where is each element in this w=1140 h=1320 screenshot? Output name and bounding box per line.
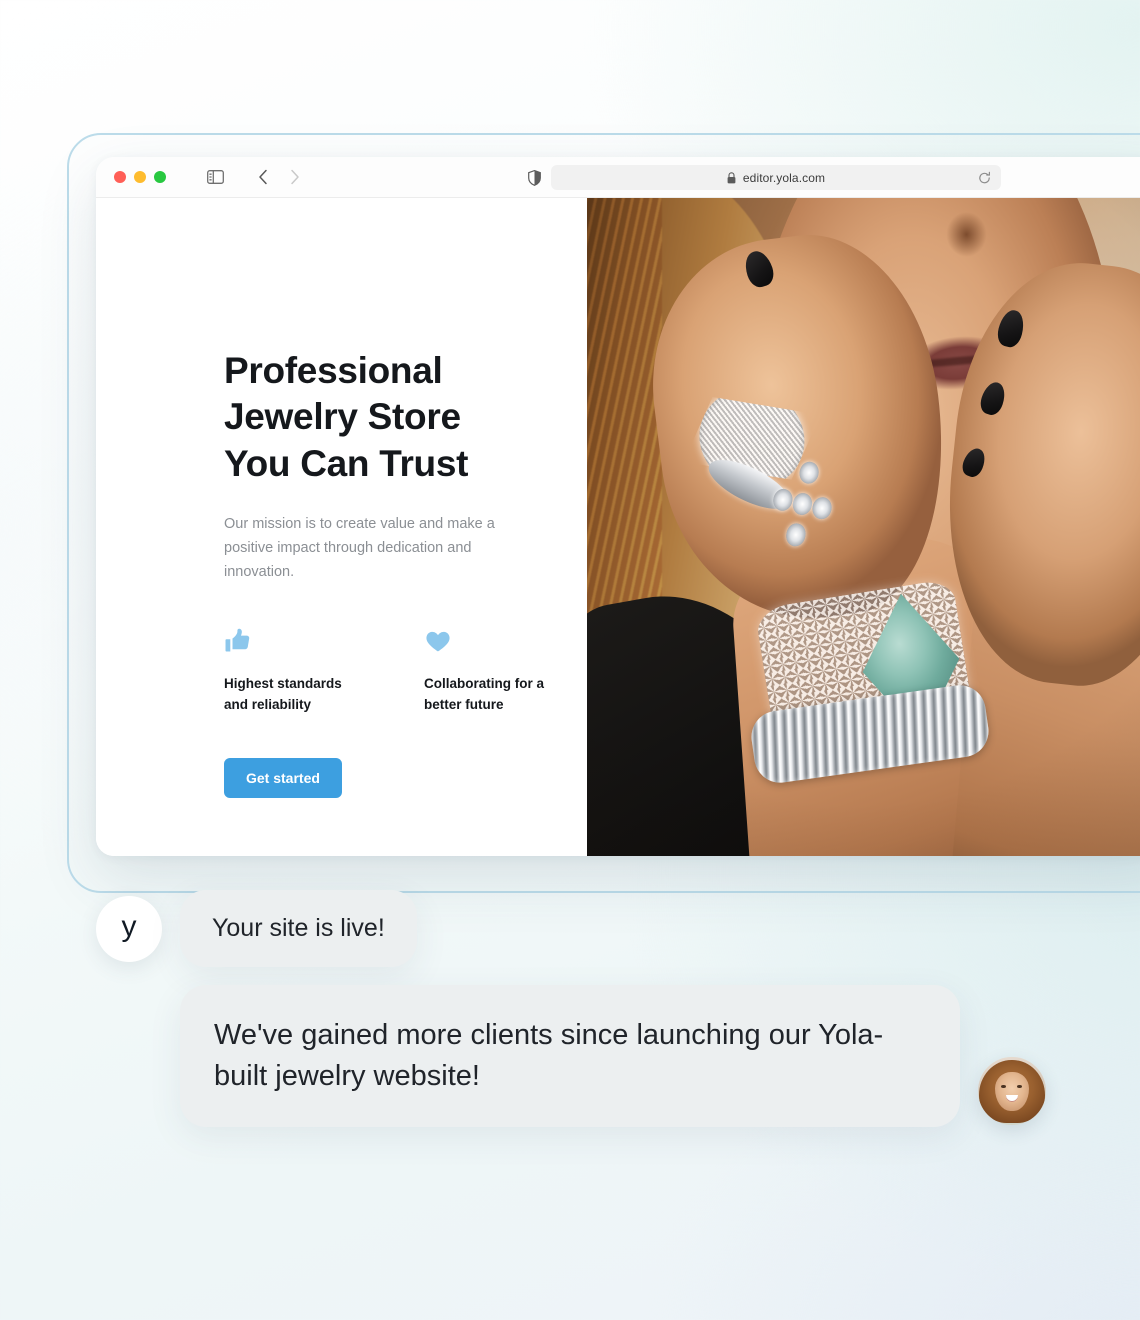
hero-title-line-1: Professional bbox=[224, 350, 443, 391]
yola-logo-letter: y bbox=[121, 909, 137, 943]
window-traffic-lights bbox=[114, 171, 166, 183]
feature-item-standards: Highest standards and reliability bbox=[224, 627, 364, 717]
chat-section: y Your site is live! We've gained more c… bbox=[0, 890, 1140, 1128]
browser-toolbar: editor.yola.com bbox=[96, 157, 1140, 198]
feature-list: Highest standards and reliability Collab… bbox=[224, 627, 587, 717]
jewelry-photo bbox=[587, 198, 1140, 856]
feature-label: Collaborating for a better future bbox=[424, 675, 545, 713]
chat-row-system: y Your site is live! bbox=[0, 890, 1140, 967]
yola-brand-avatar: y bbox=[96, 895, 162, 962]
hero-image bbox=[587, 198, 1140, 856]
address-bar-url: editor.yola.com bbox=[742, 170, 826, 185]
reload-icon[interactable] bbox=[978, 171, 991, 184]
close-window-button[interactable] bbox=[114, 171, 126, 183]
hero-title-line-2: Jewelry Store bbox=[224, 396, 461, 438]
lock-icon bbox=[727, 171, 736, 184]
customer-avatar bbox=[978, 1057, 1046, 1126]
chat-bubble-system: Your site is live! bbox=[180, 890, 417, 967]
avatar-eye bbox=[1016, 1084, 1022, 1088]
feature-label: Highest standards and reliability bbox=[224, 675, 342, 713]
sidebar-toggle-icon[interactable] bbox=[202, 164, 228, 190]
site-preview: Professional Jewelry Store You Can Trust O… bbox=[96, 198, 1140, 856]
avatar-eye bbox=[1001, 1084, 1006, 1088]
get-started-button[interactable]: Get started bbox=[224, 758, 342, 799]
chat-row-testimonial: We've gained more clients since launchin… bbox=[0, 985, 1140, 1128]
browser-window: editor.yola.com Professional Jewelry Stor… bbox=[96, 157, 1140, 856]
chat-bubble-testimonial: We've gained more clients since launchin… bbox=[180, 985, 960, 1128]
address-bar[interactable]: editor.yola.com bbox=[551, 165, 1001, 190]
page-title: Professional Jewelry Store You Can Trust bbox=[224, 348, 524, 487]
hero-text-column: Professional Jewelry Store You Can Trust O… bbox=[96, 198, 587, 856]
shield-privacy-icon[interactable] bbox=[521, 165, 547, 191]
heart-icon bbox=[424, 627, 564, 657]
avatar-face bbox=[995, 1071, 1029, 1112]
minimize-window-button[interactable] bbox=[134, 171, 146, 183]
navigation-buttons bbox=[250, 164, 308, 190]
hero-subtitle: Our mission is to create value and make … bbox=[224, 515, 495, 580]
hero-title-line-3: You Can Trust bbox=[224, 442, 469, 484]
thumbs-up-icon bbox=[224, 627, 364, 657]
maximize-window-button[interactable] bbox=[154, 171, 166, 183]
chevron-left-icon[interactable] bbox=[250, 164, 276, 190]
feature-item-collaboration: Collaborating for a better future bbox=[424, 627, 564, 717]
photo-vignette bbox=[587, 198, 1140, 856]
chevron-right-icon[interactable] bbox=[282, 164, 308, 190]
